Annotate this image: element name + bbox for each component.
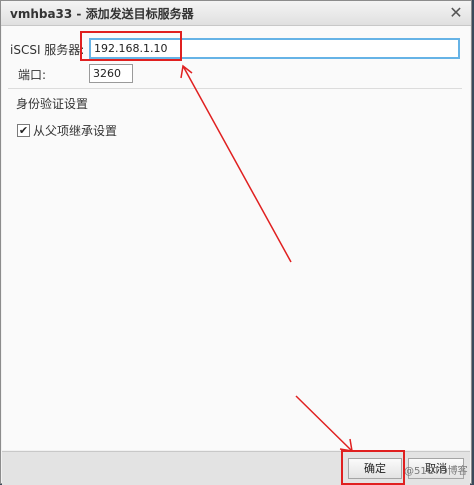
add-send-target-dialog: vmhba33 - 添加发送目标服务器 ✕ iSCSI 服务器: 端口: 身份验… — [0, 0, 472, 485]
close-icon[interactable]: ✕ — [447, 4, 465, 22]
inherit-checkbox[interactable]: ✔ — [17, 124, 30, 137]
server-input[interactable] — [89, 38, 460, 59]
dialog-titlebar: vmhba33 - 添加发送目标服务器 ✕ — [1, 1, 471, 26]
section-divider — [8, 88, 462, 89]
port-input[interactable] — [89, 64, 133, 83]
dialog-content: iSCSI 服务器: 端口: 身份验证设置 ✔ 从父项继承设置 — [2, 26, 470, 450]
server-label: iSCSI 服务器: — [10, 43, 85, 57]
inherit-checkbox-label: 从父项继承设置 — [33, 124, 118, 138]
ok-button[interactable]: 确定 — [348, 458, 402, 479]
watermark: @51CTO博客 — [404, 466, 468, 477]
port-label: 端口: — [18, 68, 47, 82]
dialog-title: vmhba33 - 添加发送目标服务器 — [10, 7, 194, 21]
auth-section-title: 身份验证设置 — [16, 97, 89, 111]
